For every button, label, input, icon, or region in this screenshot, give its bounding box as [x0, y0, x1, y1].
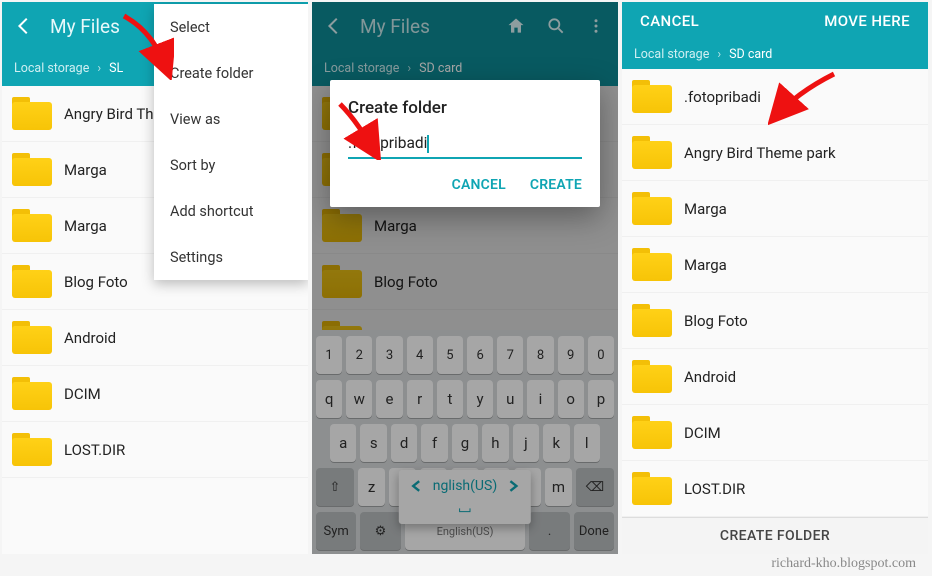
list-item[interactable]: LOST.DIR: [622, 461, 928, 517]
list-item[interactable]: Blog Foto: [622, 293, 928, 349]
dialog-cancel-button[interactable]: CANCEL: [452, 177, 506, 193]
breadcrumb: Local storage › SD card: [622, 40, 928, 69]
folder-icon: [12, 153, 52, 187]
folder-icon: [12, 209, 52, 243]
screen-dialog: My Files Local storage › SD card Angry B…: [312, 2, 618, 554]
folder-icon: [632, 80, 672, 114]
chevron-right-icon: ›: [717, 47, 721, 62]
menu-settings[interactable]: Settings: [154, 234, 308, 280]
list-item[interactable]: DCIM: [622, 405, 928, 461]
folder-label: Android: [64, 329, 116, 347]
move-here-button[interactable]: MOVE HERE: [824, 12, 910, 30]
folder-label: LOST.DIR: [64, 441, 125, 459]
folder-label: Marga: [684, 256, 727, 274]
crumb-root[interactable]: Local storage: [634, 47, 709, 62]
screen-move: CANCEL MOVE HERE Local storage › SD card…: [622, 2, 928, 554]
folder-label: Blog Foto: [64, 273, 128, 291]
folder-icon: [632, 416, 672, 450]
folder-label: DCIM: [64, 385, 101, 403]
folder-icon: [12, 321, 52, 355]
folder-name-input[interactable]: .fotopribadi: [348, 134, 582, 159]
folder-icon: [632, 304, 672, 338]
folder-label: LOST.DIR: [684, 480, 745, 498]
menu-add-shortcut[interactable]: Add shortcut: [154, 188, 308, 234]
folder-icon: [632, 360, 672, 394]
create-folder-button[interactable]: CREATE FOLDER: [622, 517, 928, 554]
folder-label: Angry Bird Theme park: [684, 144, 836, 162]
credit-text: richard-kho.blogspot.com: [771, 556, 916, 572]
folder-list: .fotopribadi Angry Bird Theme park Marga Ma…: [622, 69, 928, 517]
folder-label: Marga: [684, 200, 727, 218]
list-item[interactable]: LOST.DIR: [2, 422, 308, 478]
list-item[interactable]: Marga: [622, 181, 928, 237]
folder-icon: [12, 433, 52, 467]
chevron-right-icon: ›: [97, 61, 101, 76]
list-item[interactable]: Android: [622, 349, 928, 405]
crumb-root[interactable]: Local storage: [14, 61, 89, 76]
folder-label: Blog Foto: [684, 312, 748, 330]
folder-icon: [632, 192, 672, 226]
crumb-leaf-trunc[interactable]: SL: [109, 61, 123, 76]
list-item[interactable]: Marga: [622, 237, 928, 293]
list-item[interactable]: Android: [2, 310, 308, 366]
menu-create-folder[interactable]: Create folder: [154, 50, 308, 96]
folder-label: Marga: [64, 161, 107, 179]
folder-icon: [12, 97, 52, 131]
folder-label: Android: [684, 368, 736, 386]
overflow-menu: Select Create folder View as Sort by Add…: [154, 4, 308, 280]
menu-view-as[interactable]: View as: [154, 96, 308, 142]
cancel-button[interactable]: CANCEL: [640, 12, 699, 30]
list-item[interactable]: DCIM: [2, 366, 308, 422]
list-item[interactable]: .fotopribadi: [622, 69, 928, 125]
folder-label: DCIM: [684, 424, 721, 442]
menu-select[interactable]: Select: [154, 4, 308, 50]
screen-menu: My Files Local storage › SL Angry Bird T…: [2, 2, 308, 554]
folder-icon: [12, 265, 52, 299]
crumb-leaf[interactable]: SD card: [729, 47, 772, 62]
dialog-title: Create folder: [348, 98, 582, 118]
folder-label: Marga: [64, 217, 107, 235]
appbar-actions: CANCEL MOVE HERE: [622, 2, 928, 40]
folder-icon: [632, 248, 672, 282]
folder-icon: [12, 377, 52, 411]
list-item[interactable]: Angry Bird Theme park: [622, 125, 928, 181]
folder-icon: [632, 472, 672, 506]
dialog-create-button[interactable]: CREATE: [530, 177, 582, 193]
menu-sort-by[interactable]: Sort by: [154, 142, 308, 188]
folder-icon: [632, 136, 672, 170]
back-icon[interactable]: [12, 14, 36, 38]
folder-label: .fotopribadi: [684, 88, 761, 106]
create-folder-dialog: Create folder .fotopribadi CANCEL CREATE: [330, 80, 600, 207]
